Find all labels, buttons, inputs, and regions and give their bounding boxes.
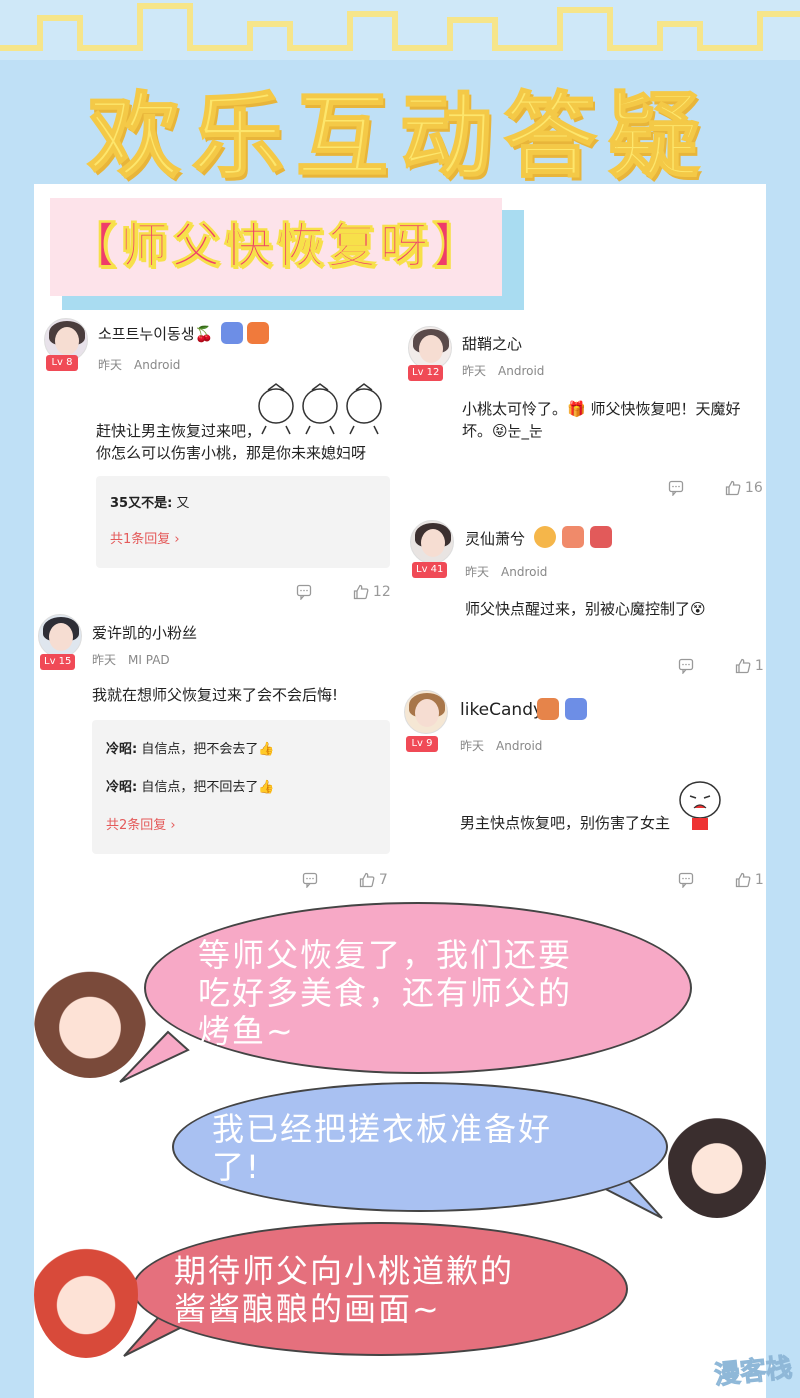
game-controller-icon — [247, 322, 269, 344]
character-avatar — [668, 1108, 766, 1218]
comment-device: Android — [134, 358, 181, 372]
reply-line: 冷昭: 自信点，把不回去了👍 — [106, 776, 275, 795]
comment-actions: 7 — [302, 872, 388, 888]
comment-text: 师父快点醒过来，别被心魔控制了😵 — [465, 600, 706, 618]
reply-icon[interactable] — [296, 584, 312, 600]
avatar[interactable] — [404, 690, 448, 734]
medal-icon — [534, 526, 556, 548]
level-badge: Lv 12 — [408, 365, 444, 381]
comment-actions: 1 — [678, 658, 764, 674]
username[interactable]: 爱许凯的小粉丝 — [92, 622, 197, 643]
page-title: 欢乐互动答疑 — [87, 82, 712, 191]
thumbs-up-icon[interactable] — [353, 584, 369, 600]
reply-line: 35又不是: 又 — [110, 492, 189, 511]
reply-text: 自信点，把不会去了👍 — [137, 742, 275, 757]
comment-time: 昨天 — [462, 364, 487, 378]
thumbs-up-icon[interactable] — [735, 658, 751, 674]
character-avatar — [34, 958, 146, 1078]
reply-user[interactable]: 35又不是: — [110, 496, 172, 511]
comment-actions: 12 — [296, 584, 391, 600]
comment-text: 男主快点恢复吧，别伤害了女主 — [460, 814, 671, 832]
thumbs-up-icon[interactable] — [725, 480, 741, 496]
reply-user[interactable]: 冷昭: — [106, 780, 137, 795]
comment-actions: 16 — [668, 480, 763, 496]
comment-device: Android — [498, 364, 545, 378]
like-count: 1 — [754, 872, 764, 888]
subtitle-banner: 【师父快恢复呀】 — [50, 198, 502, 296]
reply-box: 冷昭: 自信点，把不会去了👍 冷昭: 自信点，把不回去了👍 共2条回复 › — [92, 720, 390, 854]
comment-time: 昨天 — [98, 358, 123, 372]
username[interactable]: 灵仙萧兮 — [465, 528, 525, 549]
bubble-text: 我已经把搓衣板准备好 了! — [212, 1110, 553, 1186]
like-count: 1 — [754, 658, 764, 674]
avatar[interactable] — [408, 326, 452, 370]
level-badge: Lv 9 — [406, 736, 438, 752]
bubble-text: 等师父恢复了，我们还要 吃好多美食，还有师父的 烤鱼~ — [198, 936, 573, 1050]
medal-icon — [565, 698, 587, 720]
like-count: 7 — [378, 872, 388, 888]
reply-icon[interactable] — [302, 872, 318, 888]
bubble-text: 期待师父向小桃道歉的 酱酱酿酿的画面~ — [174, 1252, 515, 1328]
comment-text: 赶快让男主恢复过来吧， 你怎么可以伤害小桃，那是你未来媳妇呀 — [96, 422, 367, 462]
comment-text: 我就在想师父恢复过来了会不会后悔! — [92, 686, 339, 704]
level-badge: Lv 8 — [46, 355, 78, 371]
reply-icon[interactable] — [668, 480, 684, 496]
comment-time: 昨天 — [465, 565, 490, 579]
comment-actions: 1 — [678, 872, 764, 888]
comment-meta: 昨天 Android — [460, 737, 542, 754]
more-replies-link[interactable]: 共2条回复 › — [106, 814, 176, 833]
level-badge: Lv 41 — [412, 562, 448, 578]
reply-box: 35又不是: 又 共1条回复 › — [96, 476, 390, 568]
like-count: 16 — [744, 480, 763, 496]
comment-time: 昨天 — [460, 739, 485, 753]
books-icon — [537, 698, 559, 720]
comment-device: MI PAD — [128, 653, 170, 667]
reply-text: 又 — [172, 496, 190, 511]
gift-icon — [590, 526, 612, 548]
reply-line: 冷昭: 自信点，把不会去了👍 — [106, 738, 275, 757]
reply-icon[interactable] — [678, 658, 694, 674]
comment-time: 昨天 — [92, 653, 117, 667]
reply-text: 自信点，把不回去了👍 — [137, 780, 275, 795]
comment-meta: 昨天 Android — [465, 563, 547, 580]
username[interactable]: 소프트누이동생🍒 — [98, 323, 213, 344]
medal-icon — [221, 322, 243, 344]
reply-user[interactable]: 冷昭: — [106, 742, 137, 757]
crenel-border — [0, 3, 800, 51]
level-badge: Lv 15 — [40, 654, 76, 670]
comment-meta: 昨天 Android — [462, 362, 544, 379]
reply-icon[interactable] — [678, 872, 694, 888]
comment-text: 小桃太可怜了。🎁 师父快恢复吧！天魔好 坏。😝눈_눈 — [462, 400, 741, 440]
thumbs-up-icon[interactable] — [735, 872, 751, 888]
comment-meta: 昨天 Android — [98, 356, 180, 373]
comment-device: Android — [496, 739, 543, 753]
comment-meta: 昨天 MI PAD — [92, 651, 170, 668]
character-avatar — [34, 1232, 138, 1358]
like-count: 12 — [372, 584, 391, 600]
username[interactable]: 甜鞘之心 — [462, 333, 522, 354]
drink-icon — [562, 526, 584, 548]
thumbs-up-icon[interactable] — [359, 872, 375, 888]
avatar[interactable] — [38, 614, 82, 658]
username[interactable]: likeCandy — [460, 700, 543, 720]
comment-device: Android — [501, 565, 548, 579]
avatar[interactable] — [410, 520, 454, 564]
watermark-logo: 漫客栈 — [712, 1352, 794, 1391]
more-replies-link[interactable]: 共1条回复 › — [110, 528, 180, 547]
